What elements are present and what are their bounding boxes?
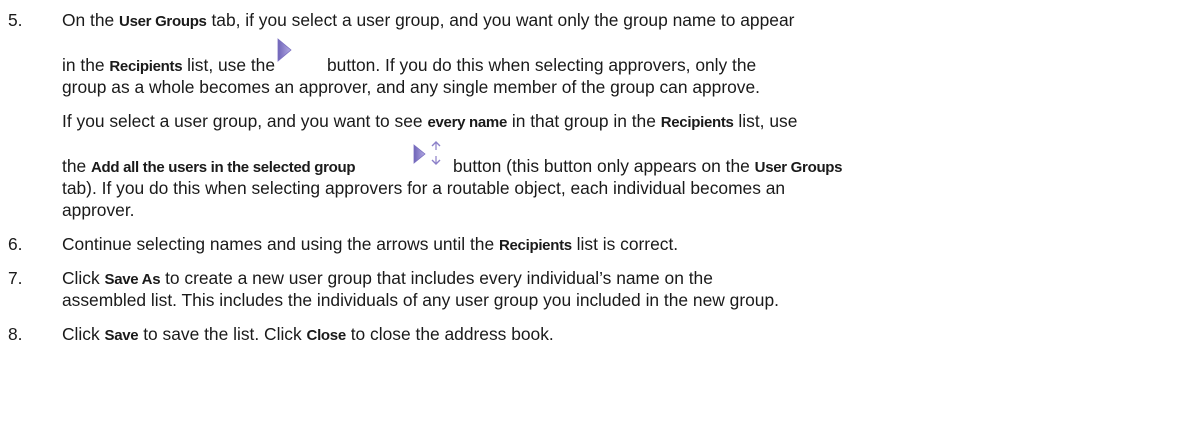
step-5-para-2-line-4: approver. [62, 200, 135, 220]
step-5-line-2: in the Recipients list, use the [62, 55, 276, 75]
step-8-line-1: Click Save to save the list. Click Close… [62, 324, 554, 344]
add-all-users-button-label: Add all the users in the selected group [91, 159, 356, 176]
step-number: 5. [8, 10, 23, 30]
step-5-para-2-line-1: If you select a user group, and you want… [62, 111, 798, 131]
step-7-line-1: Click Save As to create a new user group… [62, 268, 713, 288]
recipients-label: Recipients [109, 58, 183, 75]
step-6-line-1: Continue selecting names and using the a… [62, 234, 679, 254]
step-7-line-2: assembled list. This includes the indivi… [62, 290, 779, 310]
step-number: 8. [8, 324, 23, 344]
save-label: Save [104, 327, 139, 344]
close-label: Close [306, 327, 347, 344]
step-5-para-2-line-2a: the Add all the users in the selected gr… [62, 156, 356, 176]
recipients-label: Recipients [660, 114, 734, 131]
document-page: 5. On the User Groups tab, if you select… [0, 0, 1195, 441]
step-5-line-3: group as a whole becomes an approver, an… [62, 77, 760, 97]
recipients-label: Recipients [498, 237, 572, 254]
every-name-label: every name [427, 114, 507, 131]
step-5-para-2-line-2b: button (this button only appears on the … [453, 156, 843, 176]
add-arrow-icon [276, 38, 292, 67]
save-as-label: Save As [104, 271, 161, 288]
step-5-line-2b: button. If you do this when selecting ap… [327, 55, 757, 75]
user-groups-tab-label: User Groups [754, 159, 843, 176]
add-all-users-icon [413, 141, 443, 172]
user-groups-tab-label: User Groups [119, 13, 207, 30]
step-5-line-1: On the User Groups tab, if you select a … [62, 10, 795, 30]
step-number: 6. [8, 234, 23, 254]
step-number: 7. [8, 268, 23, 288]
step-5-para-2-line-3: tab). If you do this when selecting appr… [62, 178, 786, 198]
